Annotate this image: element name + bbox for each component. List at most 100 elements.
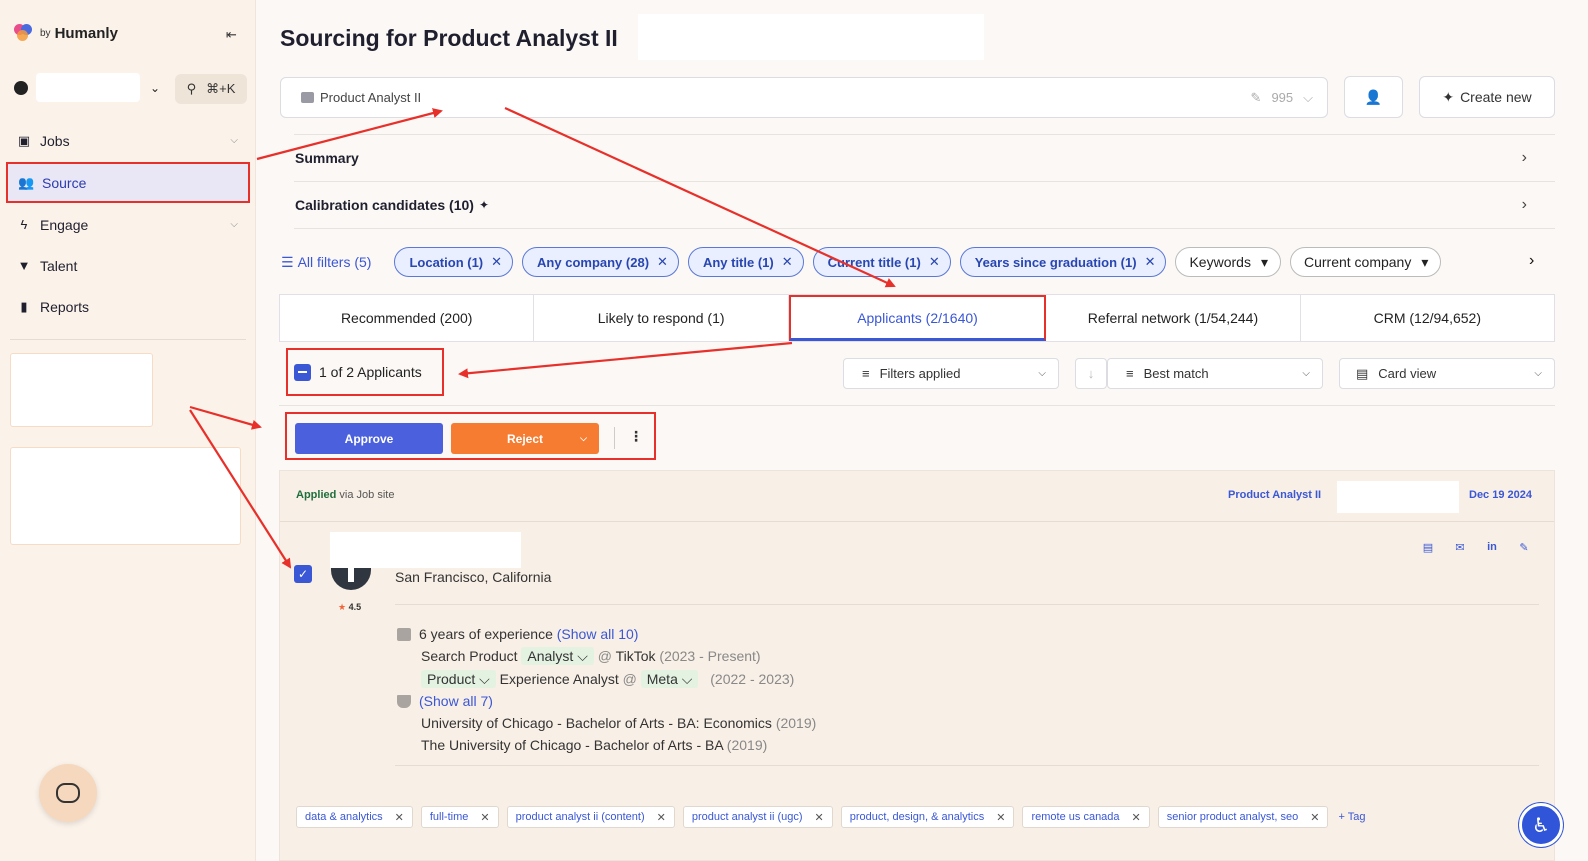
reject-button[interactable]: Reject ⌵ bbox=[451, 423, 599, 454]
briefcase-icon: ▣ bbox=[17, 132, 31, 148]
filter-chip-title[interactable]: Any title (1) ✕ bbox=[687, 247, 804, 277]
sidebar-item-label: Jobs bbox=[40, 132, 70, 149]
help-chat-button[interactable] bbox=[39, 764, 97, 822]
company-keyword[interactable]: Meta ⌵ bbox=[640, 670, 699, 688]
tag[interactable]: senior product analyst, seo ✕ bbox=[1157, 806, 1329, 828]
filter-chip-location[interactable]: Location (1) ✕ bbox=[394, 247, 514, 277]
current-company-dropdown[interactable]: Current company ▾ bbox=[1289, 247, 1442, 277]
sidebar-item-talent[interactable]: ▼ Talent bbox=[6, 245, 250, 286]
close-icon[interactable]: ✕ bbox=[782, 254, 793, 270]
user-plus-icon: 👤 bbox=[1364, 88, 1383, 105]
approve-button[interactable]: Approve bbox=[295, 423, 443, 454]
chevron-down-icon[interactable]: ⌵ bbox=[230, 135, 238, 146]
chevron-down-icon[interactable]: ⌵ bbox=[1303, 90, 1313, 106]
job-title-keyword[interactable]: Analyst ⌵ bbox=[521, 647, 594, 665]
tag[interactable]: remote us canada ✕ bbox=[1022, 806, 1150, 828]
close-icon[interactable]: ✕ bbox=[1310, 811, 1319, 824]
user-icon bbox=[14, 80, 28, 95]
tab-applicants[interactable]: Applicants (2/1640) bbox=[788, 295, 1047, 341]
search-button[interactable]: ⚲ ⌘+K bbox=[175, 74, 247, 104]
users-icon: 👥 bbox=[18, 174, 35, 190]
humanly-logo-icon bbox=[14, 24, 34, 42]
calibration-accordion[interactable]: Calibration candidates (10) ✦ › bbox=[295, 182, 1527, 228]
filter-chip-graduation[interactable]: Years since graduation (1) ✕ bbox=[959, 247, 1167, 277]
tab-referral-network[interactable]: Referral network (1/54,244) bbox=[1046, 295, 1301, 341]
chevron-right-icon[interactable]: › bbox=[1522, 149, 1527, 167]
collapse-sidebar-icon[interactable]: ⇤ bbox=[226, 27, 237, 43]
tag[interactable]: product, design, & analytics ✕ bbox=[840, 806, 1015, 828]
sort-direction-button[interactable]: ↓ bbox=[1075, 358, 1107, 389]
brand-logo[interactable]: by Humanly bbox=[14, 24, 118, 42]
sidebar-divider bbox=[10, 339, 246, 340]
applied-job-link[interactable]: Product Analyst II bbox=[1228, 489, 1321, 501]
create-new-button[interactable]: ✦ Create new bbox=[1419, 76, 1555, 118]
chevron-right-icon[interactable]: › bbox=[1522, 196, 1527, 214]
filters-applied-dropdown[interactable]: ≡ Filters applied ⌵ bbox=[843, 358, 1059, 389]
tag-label: remote us canada bbox=[1031, 811, 1120, 823]
filter-chip-current-title[interactable]: Current title (1) ✕ bbox=[812, 247, 951, 277]
tag-label: full-time bbox=[429, 811, 469, 823]
filter-chip-company[interactable]: Any company (28) ✕ bbox=[522, 247, 679, 277]
sidebar-item-jobs[interactable]: ▣ Jobs ⌵ bbox=[6, 120, 250, 161]
candidate-checkbox[interactable]: ✓ bbox=[294, 565, 312, 583]
id-badge-icon bbox=[397, 628, 411, 641]
view-dropdown[interactable]: ▤ Card view ⌵ bbox=[1339, 358, 1555, 389]
scroll-right-icon[interactable]: › bbox=[1529, 252, 1534, 270]
chevron-down-icon[interactable]: ⌄ bbox=[150, 81, 160, 95]
brand-name: Humanly bbox=[54, 24, 118, 42]
tag[interactable]: product analyst ii (content) ✕ bbox=[506, 806, 675, 828]
chevron-down-icon[interactable]: ⌵ bbox=[230, 219, 238, 230]
close-icon[interactable]: ✕ bbox=[996, 811, 1005, 824]
close-icon[interactable]: ✕ bbox=[815, 811, 824, 824]
show-all-experience-link[interactable]: (Show all 10) bbox=[557, 626, 639, 642]
sidebar-item-engage[interactable]: ϟ Engage ⌵ bbox=[6, 204, 250, 245]
select-all-checkbox[interactable] bbox=[294, 363, 311, 381]
sidebar: by Humanly ⇤ ⌄ ⚲ ⌘+K ▣ Jobs ⌵ 👥 Source ϟ… bbox=[0, 0, 256, 861]
tag[interactable]: product analyst ii (ugc) ✕ bbox=[682, 806, 833, 828]
close-icon[interactable]: ✕ bbox=[929, 254, 940, 270]
team-button[interactable]: 👤 bbox=[1344, 76, 1403, 118]
tab-likely-to-respond[interactable]: Likely to respond (1) bbox=[534, 295, 789, 341]
all-filters-button[interactable]: ☰ All filters (5) bbox=[281, 254, 371, 271]
add-tag-button[interactable]: + Tag bbox=[1338, 806, 1365, 828]
close-icon[interactable]: ✕ bbox=[657, 254, 668, 270]
job-title-keyword[interactable]: Product ⌵ bbox=[421, 670, 496, 688]
education-entry: University of Chicago - Bachelor of Arts… bbox=[397, 712, 816, 734]
sidebar-item-source[interactable]: 👥 Source bbox=[6, 162, 250, 203]
edit-icon[interactable]: ✎ bbox=[1516, 541, 1532, 554]
email-icon[interactable]: ✉ bbox=[1452, 541, 1468, 554]
chevron-down-icon: ⌵ bbox=[1038, 368, 1046, 379]
sidebar-item-label: Source bbox=[42, 174, 87, 191]
job-title: Search Product bbox=[421, 648, 518, 664]
summary-accordion[interactable]: Summary › bbox=[295, 135, 1527, 181]
graduation-cap-icon bbox=[397, 695, 411, 708]
sidebar-item-reports[interactable]: ▮ Reports bbox=[6, 286, 250, 327]
close-icon[interactable]: ✕ bbox=[491, 254, 502, 270]
tag[interactable]: data & analytics ✕ bbox=[296, 806, 413, 828]
tab-recommended[interactable]: Recommended (200) bbox=[280, 295, 535, 341]
linkedin-icon[interactable]: in bbox=[1484, 541, 1500, 554]
keywords-dropdown[interactable]: Keywords ▾ bbox=[1175, 247, 1281, 277]
tag[interactable]: full-time ✕ bbox=[420, 806, 499, 828]
chevron-down-icon: ⌵ bbox=[1534, 368, 1542, 379]
show-all-education-link[interactable]: (Show all 7) bbox=[419, 693, 493, 709]
tab-crm[interactable]: CRM (12/94,652) bbox=[1301, 295, 1554, 341]
close-icon[interactable]: ✕ bbox=[1145, 254, 1156, 270]
chevron-down-icon[interactable]: ⌵ bbox=[580, 433, 587, 444]
close-icon[interactable]: ✕ bbox=[480, 811, 489, 824]
page-title: Sourcing for Product Analyst II bbox=[280, 25, 618, 51]
close-icon[interactable]: ✕ bbox=[1132, 811, 1141, 824]
resume-icon[interactable]: ▤ bbox=[1420, 541, 1436, 554]
close-icon[interactable]: ✕ bbox=[657, 811, 666, 824]
sort-dropdown[interactable]: ≡ Best match ⌵ bbox=[1107, 358, 1323, 389]
user-menu[interactable]: ⌄ bbox=[14, 73, 160, 102]
avatar bbox=[331, 568, 371, 590]
sidebar-item-label: Reports bbox=[40, 298, 90, 315]
brand-by: by bbox=[40, 27, 51, 39]
candidate-location: San Francisco, California bbox=[395, 569, 552, 585]
job-select[interactable]: Product Analyst II ✎ 995 ⌵ bbox=[280, 77, 1328, 118]
close-icon[interactable]: ✕ bbox=[395, 811, 404, 824]
more-options-icon[interactable]: ⋮ bbox=[629, 428, 643, 445]
accessibility-icon[interactable]: ♿ bbox=[1519, 803, 1563, 847]
edit-icon[interactable]: ✎ bbox=[1251, 90, 1262, 106]
